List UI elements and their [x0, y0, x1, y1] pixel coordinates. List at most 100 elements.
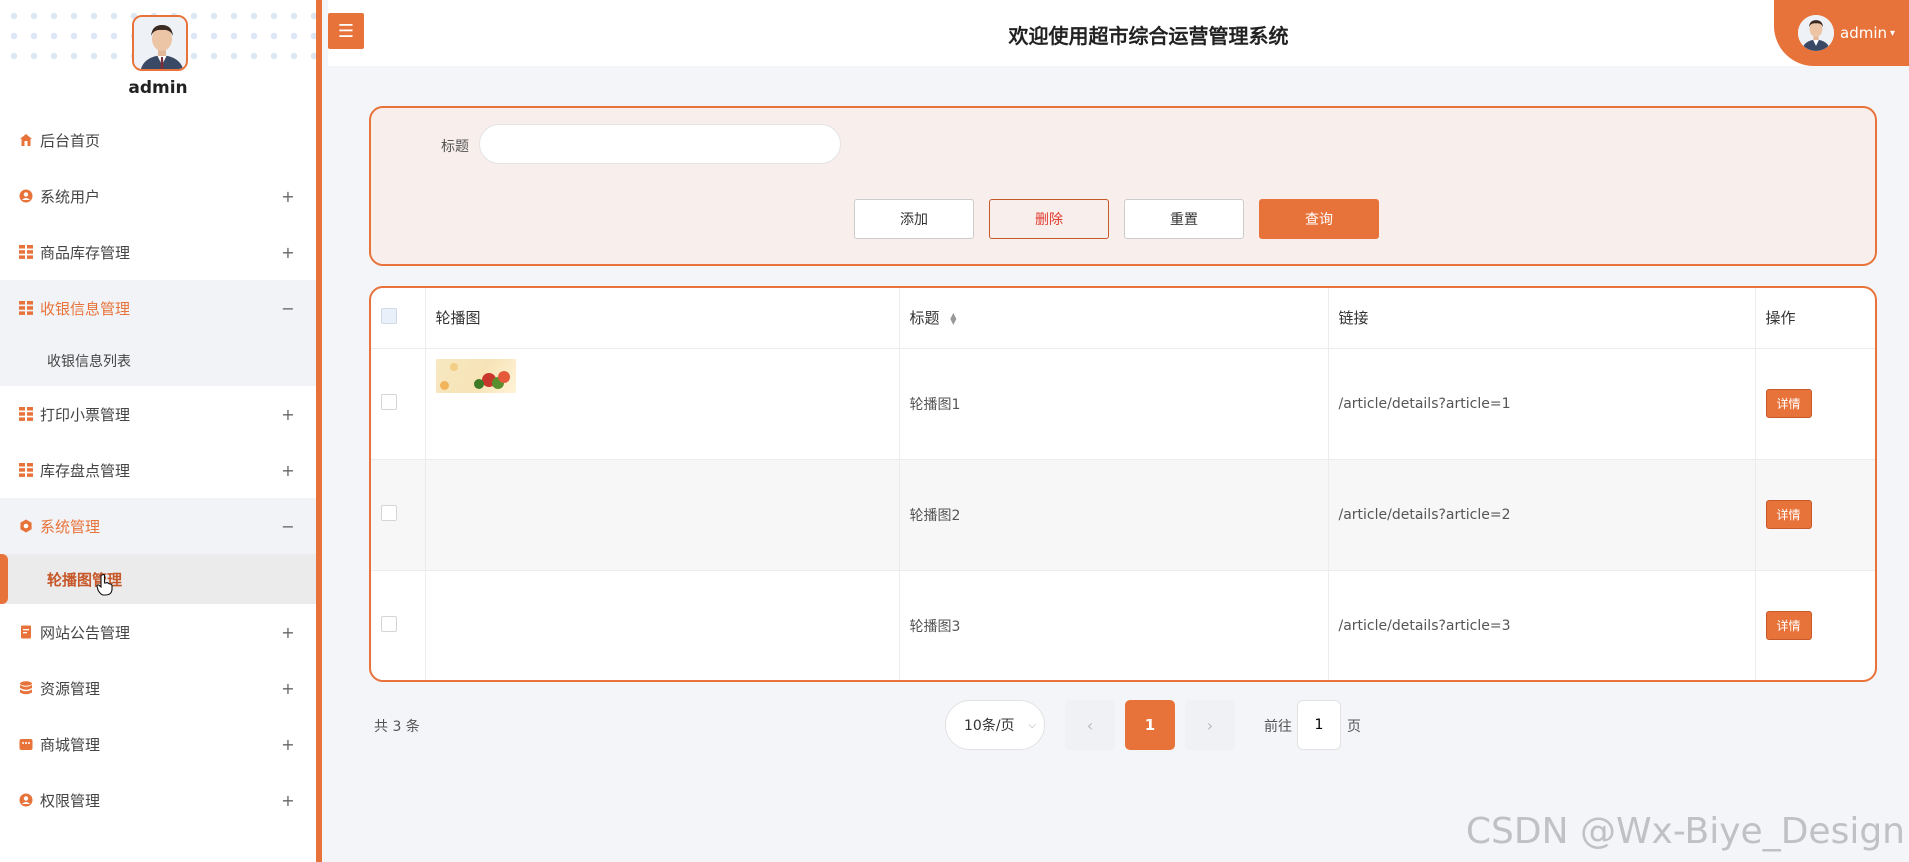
sidebar-item-system[interactable]: 系统管理 −	[0, 498, 316, 554]
goto-suffix: 页	[1347, 719, 1361, 735]
sidebar-item-label: 权限管理	[40, 791, 101, 810]
top-header: ☰ 欢迎使用超市综合运营管理系统 admin ▾	[328, 0, 1909, 66]
shop-icon	[18, 736, 34, 752]
header-select-cell	[371, 288, 426, 348]
reset-button[interactable]: 重置	[1124, 199, 1244, 239]
select-cell	[371, 459, 426, 570]
detail-button[interactable]: 详情	[1765, 389, 1812, 418]
expand-icon: +	[281, 734, 295, 754]
sidebar-item-receipt[interactable]: 打印小票管理 +	[0, 386, 316, 442]
column-header-title[interactable]: 标题 ▲ ▼	[899, 288, 1329, 348]
collapse-icon: −	[281, 298, 295, 318]
expand-icon: +	[281, 790, 295, 810]
expand-icon: +	[281, 242, 295, 262]
sidebar-item-label: 系统用户	[40, 187, 101, 206]
sidebar-item-label: 库存盘点管理	[40, 461, 131, 480]
query-button[interactable]: 查询	[1259, 199, 1379, 239]
table-row: 轮播图2 /article/details?article=2 详情	[371, 459, 1875, 570]
detail-button[interactable]: 详情	[1765, 500, 1812, 529]
next-page-button[interactable]: ›	[1185, 700, 1235, 750]
actions-cell: 详情	[1755, 459, 1875, 570]
row-checkbox[interactable]	[381, 615, 397, 632]
collapse-icon: −	[281, 516, 295, 536]
detail-button[interactable]: 详情	[1765, 611, 1812, 641]
sidebar-subitem-carousel[interactable]: 轮播图管理	[0, 554, 316, 604]
avatar	[1798, 15, 1834, 51]
user-icon	[18, 792, 34, 808]
delete-button[interactable]: 删除	[989, 199, 1109, 239]
grid-icon	[18, 406, 34, 422]
sidebar-item-cashier[interactable]: 收银信息管理 −	[0, 280, 316, 336]
submenu-system: 轮播图管理	[0, 554, 316, 604]
image-cell	[425, 570, 900, 680]
sidebar-item-label: 商城管理	[40, 735, 101, 754]
title-cell: 轮播图2	[899, 459, 1329, 570]
sidebar-item-label: 收银信息管理	[40, 299, 131, 318]
total-count: 共 3 条	[374, 719, 420, 735]
column-header-actions: 操作	[1765, 309, 1796, 328]
expand-icon: +	[281, 460, 295, 480]
user-menu[interactable]: admin ▾	[1774, 0, 1909, 66]
actions-cell: 详情	[1755, 570, 1875, 680]
document-icon	[18, 624, 34, 640]
select-cell	[371, 348, 426, 459]
sort-icon[interactable]: ▲ ▼	[950, 311, 956, 325]
add-button[interactable]: 添加	[854, 199, 974, 239]
row-checkbox[interactable]	[381, 393, 397, 410]
column-header-title-label: 标题	[909, 309, 940, 328]
sidebar-item-permissions[interactable]: 权限管理 +	[0, 772, 316, 828]
chevron-left-icon: ‹	[1086, 715, 1094, 735]
expand-icon: +	[281, 622, 295, 642]
title-search-input[interactable]	[479, 124, 841, 164]
goto-label: 前往	[1264, 719, 1292, 735]
title-cell: 轮播图1	[899, 348, 1329, 459]
page-size-select[interactable]: 10条/页 ⌵	[945, 700, 1045, 750]
sidebar-item-label: 打印小票管理	[40, 405, 131, 424]
page-size-value: 10条/页	[964, 718, 1015, 734]
goto-page-input[interactable]	[1297, 700, 1341, 750]
prev-page-button[interactable]: ‹	[1065, 700, 1115, 750]
sidebar-item-label: 后台首页	[40, 131, 101, 150]
sidebar-item-resources[interactable]: 资源管理 +	[0, 660, 316, 716]
sidebar-item-label: 系统管理	[40, 517, 101, 536]
sidebar-item-announcements[interactable]: 网站公告管理 +	[0, 604, 316, 660]
expand-icon: +	[281, 186, 295, 206]
image-cell	[425, 348, 900, 459]
link-cell: /article/details?article=3	[1328, 570, 1756, 680]
sidebar-item-label: 资源管理	[40, 679, 101, 698]
sidebar-item-inventory[interactable]: 商品库存管理 +	[0, 224, 316, 280]
sidebar-item-stocktake[interactable]: 库存盘点管理 +	[0, 442, 316, 498]
page-button-1[interactable]: 1	[1125, 700, 1175, 750]
expand-icon: +	[281, 404, 295, 424]
sidebar-subitem-cashier-list[interactable]: 收银信息列表	[0, 336, 316, 386]
sidebar: admin 后台首页 系统用户 + 商品库存管理 + 收银信息管理 − 收银信息…	[0, 0, 322, 862]
link-cell: /article/details?article=1	[1328, 348, 1756, 459]
sidebar-item-shop[interactable]: 商城管理 +	[0, 716, 316, 772]
carousel-thumbnail	[435, 358, 516, 393]
table-row: 轮播图1 /article/details?article=1 详情	[371, 348, 1875, 459]
gear-icon	[18, 518, 34, 534]
link-cell: /article/details?article=2	[1328, 459, 1756, 570]
select-all-checkbox[interactable]	[381, 307, 397, 324]
sidebar-menu: 后台首页 系统用户 + 商品库存管理 + 收银信息管理 − 收银信息列表 打印小…	[0, 112, 316, 828]
database-icon	[18, 680, 34, 696]
row-checkbox[interactable]	[381, 504, 397, 521]
grid-icon	[18, 244, 34, 260]
hand-cursor-icon	[96, 573, 114, 600]
table-header-row: 轮播图 标题 ▲ ▼ 链接 操作	[371, 288, 1875, 348]
chevron-down-icon: ⌵	[1028, 719, 1036, 731]
chevron-down-icon: ▾	[1890, 27, 1896, 39]
sidebar-username: admin	[128, 78, 188, 98]
table-row: 轮播图3 /article/details?article=3 详情	[371, 570, 1875, 680]
expand-icon: +	[281, 678, 295, 698]
search-panel: 标题 添加 删除 重置 查询	[369, 106, 1877, 266]
sidebar-item-home[interactable]: 后台首页	[0, 112, 316, 168]
home-icon	[18, 132, 34, 148]
carousel-table: 轮播图 标题 ▲ ▼ 链接 操作 轮播图1 /article/details?a…	[369, 286, 1877, 682]
sidebar-item-system-users[interactable]: 系统用户 +	[0, 168, 316, 224]
user-icon	[18, 188, 34, 204]
column-header-image: 轮播图	[425, 288, 900, 348]
actions-cell: 详情	[1755, 348, 1875, 459]
header-username: admin	[1840, 24, 1887, 42]
column-header-link: 链接	[1328, 288, 1756, 348]
